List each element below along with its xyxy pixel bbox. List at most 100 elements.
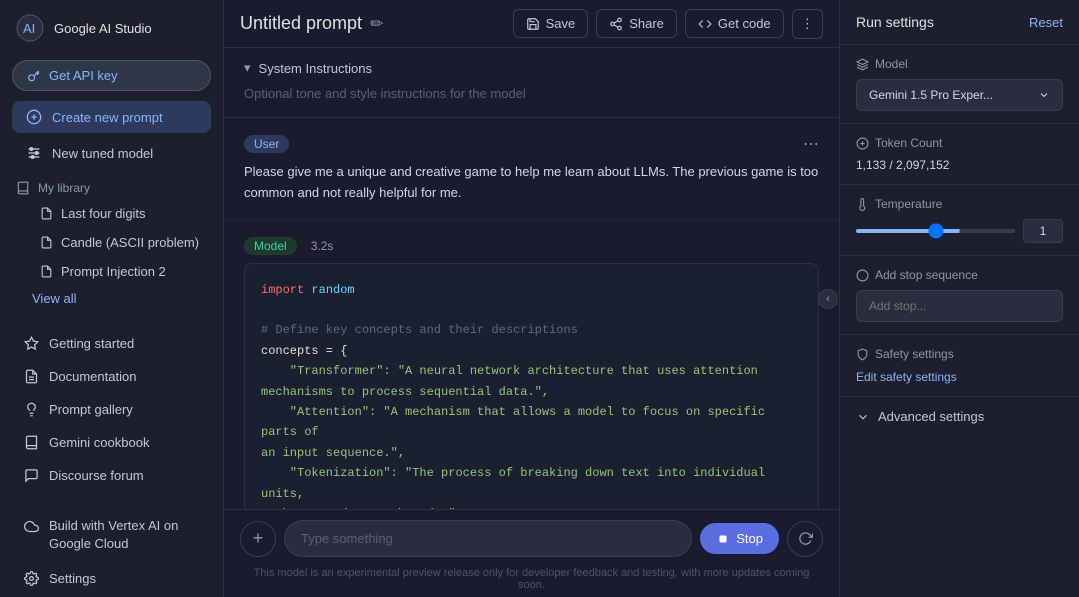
code-str-token-key: "Tokenization": <box>261 466 398 480</box>
sidebar-item-build-vertex[interactable]: Build with Vertex AI on Google Cloud <box>8 509 215 561</box>
share-button[interactable]: Share <box>596 9 677 38</box>
user-message-header: User ⋯ <box>244 134 819 154</box>
view-all-button[interactable]: View all <box>0 286 223 311</box>
sidebar-item-discourse-forum[interactable]: Discourse forum <box>8 460 215 491</box>
refresh-icon <box>798 531 813 546</box>
new-tuned-model-button[interactable]: New tuned model <box>12 137 211 169</box>
model-select-button[interactable]: Gemini 1.5 Pro Exper... <box>856 79 1063 111</box>
add-attachment-button[interactable]: + <box>240 521 276 557</box>
sidebar: AI Google AI Studio Get API key Create n… <box>0 0 224 597</box>
get-code-button[interactable]: Get code <box>685 9 784 38</box>
sidebar-item-gemini-cookbook[interactable]: Gemini cookbook <box>8 427 215 458</box>
prompt-title: Untitled prompt <box>240 13 362 34</box>
share-icon <box>609 17 623 31</box>
sidebar-item-getting-started[interactable]: Getting started <box>8 328 215 359</box>
stop-sequence-setting: Add stop sequence <box>840 256 1079 335</box>
sidebar-item-settings[interactable]: Settings <box>8 563 215 594</box>
temperature-slider-container: 1 <box>856 219 1063 243</box>
main-wrapper: Untitled prompt ✏ Save Share Get code <box>224 0 1079 597</box>
user-role-badge: User <box>244 135 289 153</box>
user-message-more-button[interactable]: ⋯ <box>803 134 819 154</box>
more-options-button[interactable]: ⋮ <box>792 9 823 39</box>
book-icon <box>24 435 39 450</box>
svg-text:AI: AI <box>23 21 35 36</box>
chevron-down-icon <box>1038 89 1050 101</box>
token-icon <box>856 137 869 150</box>
library-icon <box>16 181 30 195</box>
code-block: import random # Define key concepts and … <box>244 263 819 509</box>
star-icon <box>24 336 39 351</box>
sidebar-item-prompt-gallery[interactable]: Prompt gallery <box>8 394 215 425</box>
model-timing: 3.2s <box>311 239 334 253</box>
code-var-concepts: concepts = { <box>261 344 347 358</box>
reset-button[interactable]: Reset <box>1029 15 1063 30</box>
model-label: Model <box>856 57 1063 71</box>
topbar: Untitled prompt ✏ Save Share Get code <box>224 0 839 48</box>
library-item-label-1: Last four digits <box>61 206 146 221</box>
temperature-setting: Temperature 1 <box>840 185 1079 256</box>
library-item-label-3: Prompt Injection 2 <box>61 264 166 279</box>
sidebar-item-documentation[interactable]: Documentation <box>8 361 215 392</box>
get-code-label: Get code <box>718 16 771 31</box>
stop-sequence-icon <box>856 269 869 282</box>
sidebar-bottom: Settings U ‹ <box>0 562 223 597</box>
chevron-down-icon-advanced <box>856 410 870 424</box>
sidebar-item-getting-started-label: Getting started <box>49 336 134 351</box>
library-item-candle[interactable]: Candle (ASCII problem) <box>8 229 215 256</box>
save-icon <box>526 17 540 31</box>
create-new-prompt-button[interactable]: Create new prompt <box>12 101 211 133</box>
get-api-key-label: Get API key <box>49 68 118 83</box>
input-area: + Stop <box>224 509 839 567</box>
chat-icon <box>24 468 39 483</box>
code-fn-random: random <box>311 283 354 297</box>
chat-area: ▾ System Instructions Optional tone and … <box>224 48 839 509</box>
stop-icon <box>716 532 730 546</box>
code-str-transformer-key: "Transformer": <box>261 364 391 378</box>
sidebar-item-prompt-gallery-label: Prompt gallery <box>49 402 133 417</box>
code-content: import random # Define key concepts and … <box>245 264 818 509</box>
edit-icon[interactable]: ✏ <box>370 14 383 34</box>
advanced-settings-label: Advanced settings <box>878 409 984 424</box>
model-message-header: Model 3.2s <box>244 237 819 255</box>
stop-sequence-input[interactable] <box>856 290 1063 322</box>
model-role-badge: Model <box>244 237 297 255</box>
bulb-icon <box>24 402 39 417</box>
refresh-button[interactable] <box>787 521 823 557</box>
temperature-value: 1 <box>1023 219 1063 243</box>
settings-label: Settings <box>49 571 96 586</box>
temperature-slider[interactable] <box>856 229 1015 233</box>
user-message-text: Please give me a unique and creative gam… <box>244 162 819 204</box>
stop-button[interactable]: Stop <box>700 523 779 554</box>
my-library-section: My library <box>0 171 223 199</box>
settings-icon <box>24 571 39 586</box>
sidebar-item-discourse-forum-label: Discourse forum <box>49 468 144 483</box>
library-item-last-four-digits[interactable]: Last four digits <box>8 200 215 227</box>
collapse-system-instructions-icon[interactable]: ▾ <box>244 60 251 76</box>
temperature-label: Temperature <box>856 197 1063 211</box>
safety-label-text: Safety settings <box>875 347 954 361</box>
right-panel-expand-button[interactable]: ‹ <box>818 289 838 309</box>
file-icon-2 <box>40 236 53 249</box>
token-count-setting: Token Count 1,133 / 2,097,152 <box>840 124 1079 185</box>
code-str-attention-val2: an input sequence.", <box>261 446 405 460</box>
stop-sequence-label: Add stop sequence <box>856 268 1063 282</box>
save-button[interactable]: Save <box>513 9 589 38</box>
google-ai-studio-logo-icon: AI <box>16 14 44 42</box>
file-icon-1 <box>40 207 53 220</box>
get-api-key-button[interactable]: Get API key <box>12 60 211 91</box>
edit-safety-settings-link[interactable]: Edit safety settings <box>856 370 957 384</box>
new-tuned-model-label: New tuned model <box>52 146 153 161</box>
library-item-prompt-injection[interactable]: Prompt Injection 2 <box>8 258 215 285</box>
tune-icon <box>26 145 42 161</box>
system-instructions-placeholder: Optional tone and style instructions for… <box>244 82 819 105</box>
stop-label: Stop <box>736 531 763 546</box>
advanced-settings-toggle[interactable]: Advanced settings <box>840 397 1079 436</box>
chat-input[interactable] <box>284 520 692 557</box>
code-str-attention-key: "Attention": <box>261 405 376 419</box>
code-str-transformer-val: "A neural network architecture that uses… <box>398 364 758 378</box>
sidebar-logo: AI Google AI Studio <box>0 0 223 56</box>
file-icon-3 <box>40 265 53 278</box>
create-prompt-label: Create new prompt <box>52 110 163 125</box>
model-message: Model 3.2s import random # Define key co… <box>224 221 839 509</box>
save-label: Save <box>546 16 576 31</box>
